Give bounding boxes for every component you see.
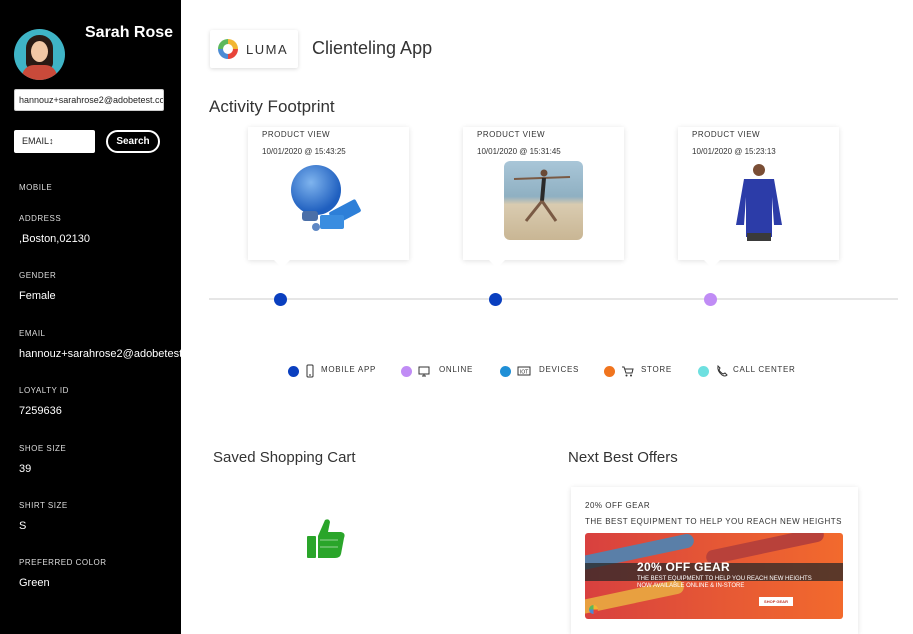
activity-time: 10/01/2020 @ 15:43:25: [262, 147, 346, 156]
activity-card[interactable]: PRODUCT VIEW 10/01/2020 @ 15:43:25: [248, 127, 409, 268]
email-value: hannouz+sarahrose2@adobetest.com: [19, 348, 181, 360]
activity-type: PRODUCT VIEW: [477, 130, 546, 139]
offer-subtitle: THE BEST EQUIPMENT TO HELP YOU REACH NEW…: [585, 517, 842, 526]
shirt-size-value: S: [19, 520, 27, 532]
activity-type: PRODUCT VIEW: [692, 130, 761, 139]
mobile-label: MOBILE: [19, 183, 53, 192]
shoe-size-value: 39: [19, 463, 32, 475]
activity-card[interactable]: PRODUCT VIEW 10/01/2020 @ 15:31:45: [463, 127, 624, 268]
app-title: Clienteling App: [312, 38, 433, 58]
banner-headline: 20% OFF GEAR: [637, 560, 730, 574]
logo-text: LUMA: [246, 42, 289, 57]
timeline-dot-online[interactable]: [704, 293, 717, 306]
clienteling-app: Sarah Rose hannouz+sarahrose2@adobetest.…: [0, 0, 913, 634]
legend-label-devices: DEVICES: [539, 365, 580, 374]
legend-dot-store: [604, 366, 615, 377]
avatar: [14, 29, 65, 80]
activity-time: 10/01/2020 @ 15:23:13: [692, 147, 776, 156]
luma-logo: LUMA: [210, 30, 298, 68]
search-input[interactable]: hannouz+sarahrose2@adobetest.com: [14, 89, 164, 111]
loyalty-id-label: LOYALTY ID: [19, 386, 69, 395]
luma-logo-icon: [589, 605, 598, 614]
banner-line-1: THE BEST EQUIPMENT TO HELP YOU REACH NEW…: [637, 576, 812, 582]
yoga-ball-image: [291, 165, 361, 231]
preferred-color-label: PREFERRED COLOR: [19, 558, 107, 567]
email-label: EMAIL: [19, 329, 46, 338]
gender-value: Female: [19, 290, 56, 302]
customer-sidebar: Sarah Rose hannouz+sarahrose2@adobetest.…: [0, 0, 181, 634]
activity-time: 10/01/2020 @ 15:31:45: [477, 147, 561, 156]
activity-footprint-title: Activity Footprint: [209, 97, 335, 116]
legend-label-store: STORE: [641, 365, 672, 374]
luma-logo-icon: [218, 39, 238, 59]
hoodie-image: [736, 164, 782, 241]
offer-card[interactable]: 20% OFF GEAR THE BEST EQUIPMENT TO HELP …: [571, 487, 858, 634]
next-best-offers-title: Next Best Offers: [568, 449, 678, 466]
legend-dot-devices: [500, 366, 511, 377]
cart-icon: [622, 366, 634, 377]
yoga-pose-image: [504, 161, 583, 240]
iot-icon: IOT: [517, 366, 531, 376]
saved-cart-title: Saved Shopping Cart: [213, 449, 356, 466]
legend-dot-call-center: [698, 366, 709, 377]
gender-label: GENDER: [19, 271, 57, 280]
phone-icon: [717, 364, 728, 377]
legend-dot-mobile-app: [288, 366, 299, 377]
shop-gear-button[interactable]: SHOP GEAR: [759, 597, 793, 606]
legend-label-online: ONLINE: [439, 365, 473, 374]
timeline-dot-mobile-app[interactable]: [489, 293, 502, 306]
legend-label-mobile-app: MOBILE APP: [321, 365, 377, 374]
address-label: ADDRESS: [19, 214, 62, 223]
mobile-icon: [306, 364, 314, 378]
thumbs-up-icon: [307, 519, 345, 558]
svg-text:IOT: IOT: [520, 370, 529, 376]
address-value: ,Boston,02130: [19, 233, 90, 245]
offer-banner[interactable]: 20% OFF GEAR THE BEST EQUIPMENT TO HELP …: [585, 533, 843, 619]
shirt-size-label: SHIRT SIZE: [19, 501, 68, 510]
legend-dot-online: [401, 366, 412, 377]
banner-line-2: NOW AVAILABLE ONLINE & IN-STORE: [637, 583, 745, 589]
activity-card[interactable]: PRODUCT VIEW 10/01/2020 @ 15:23:13: [678, 127, 839, 268]
timeline-dot-mobile-app[interactable]: [274, 293, 287, 306]
legend-label-call-center: CALL CENTER: [733, 365, 796, 374]
timeline-track: [209, 298, 898, 300]
preferred-color-value: Green: [19, 577, 50, 589]
offer-title: 20% OFF GEAR: [585, 501, 651, 510]
loyalty-id-value: 7259636: [19, 405, 62, 417]
search-button[interactable]: Search: [106, 130, 160, 153]
search-type-select[interactable]: EMAIL↕: [14, 130, 95, 153]
customer-name: Sarah Rose: [85, 24, 174, 41]
monitor-icon: [418, 366, 430, 377]
shoe-size-label: SHOE SIZE: [19, 444, 67, 453]
activity-type: PRODUCT VIEW: [262, 130, 331, 139]
